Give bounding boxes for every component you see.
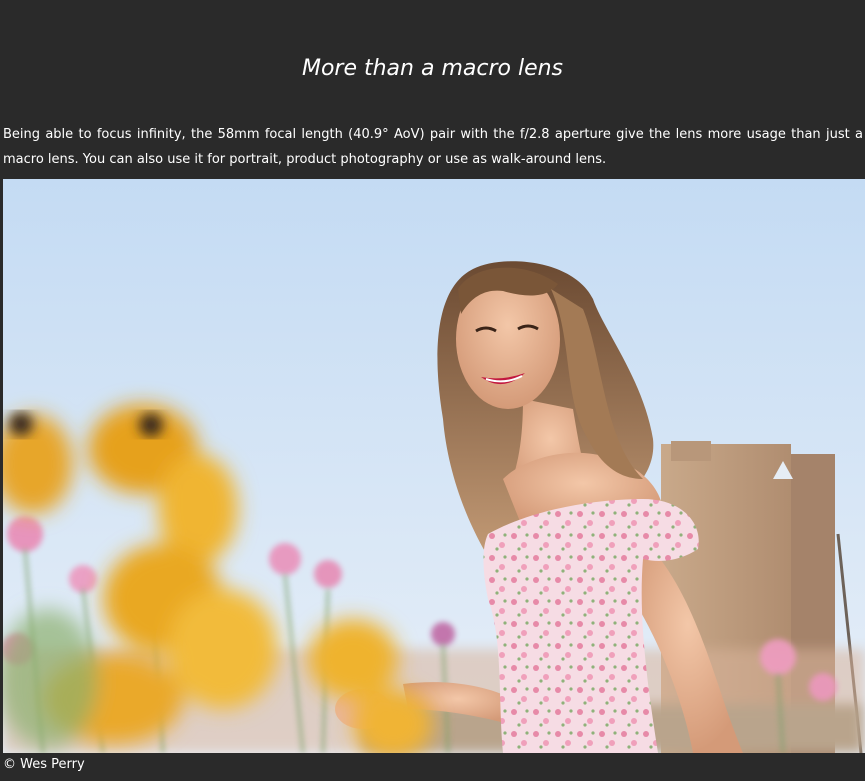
portrait-photo — [3, 179, 865, 753]
photo-credit: © Wes Perry — [3, 757, 85, 772]
section-heading: More than a macro lens — [301, 56, 564, 81]
intro-paragraph: Being able to focus infinity, the 58mm f… — [3, 127, 863, 167]
